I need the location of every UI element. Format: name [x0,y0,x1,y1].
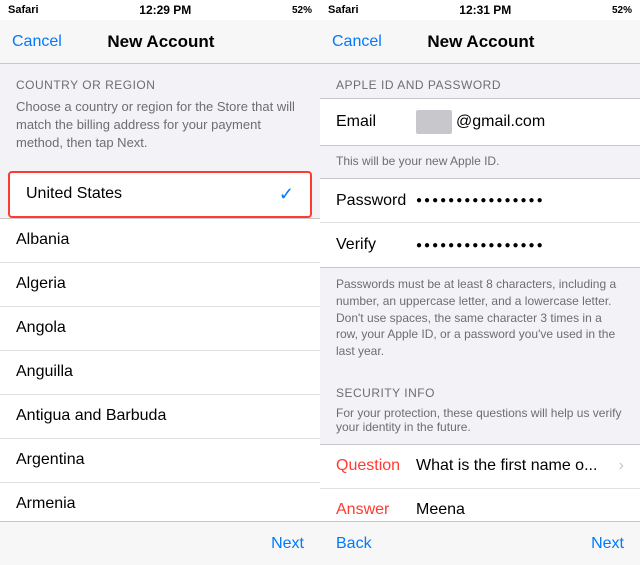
next-button-left[interactable]: Next [271,535,304,553]
email-input-placeholder[interactable] [416,110,452,134]
section-desc-left: Choose a country or region for the Store… [0,98,320,163]
list-item[interactable]: Anguilla [0,351,320,395]
nav-bar-right: Cancel New Account [320,20,640,64]
email-label: Email [336,113,416,131]
countries-list[interactable]: Albania Algeria Angola Anguilla Antigua … [0,218,320,521]
carrier-left: Safari [8,4,39,16]
right-screen: Safari 12:31 PM 52% Cancel New Account A… [320,0,640,565]
right-content: APPLE ID AND PASSWORD Email @gmail.com T… [320,64,640,521]
list-item[interactable]: Argentina [0,439,320,483]
security-header: SECURITY INFO [320,372,640,406]
question1-label: Question [336,457,416,475]
cancel-button-left[interactable]: Cancel [12,33,62,51]
list-item[interactable]: Armenia [0,483,320,521]
bottom-actions: Back Next [336,535,624,553]
list-item[interactable]: Angola [0,307,320,351]
bottom-bar-left: Next [0,521,320,565]
nav-title-right: New Account [382,32,580,52]
checkmark-icon: ✓ [279,184,294,205]
time-right: 12:31 PM [459,3,511,17]
security-form: Question What is the first name o... › A… [320,444,640,521]
status-bar-left: Safari 12:29 PM 52% [0,0,320,20]
verify-label: Verify [336,236,416,254]
question1-row[interactable]: Question What is the first name o... › [320,445,640,489]
password-label: Password [336,192,416,210]
list-item[interactable]: Antigua and Barbuda [0,395,320,439]
apple-id-form: Email @gmail.com [320,98,640,146]
verify-field[interactable]: ●●●●●●●●●●●●●●●● [416,240,624,251]
status-bar-right: Safari 12:31 PM 52% [320,0,640,20]
email-hint: This will be your new Apple ID. [320,146,640,178]
battery-right: 52% [612,5,632,16]
bottom-bar-right: Back Next [320,521,640,565]
section-header-left: COUNTRY OR REGION [0,64,320,98]
password-field[interactable]: ●●●●●●●●●●●●●●●● [416,195,624,206]
verify-row[interactable]: Verify ●●●●●●●●●●●●●●●● [320,223,640,267]
question1-value: What is the first name o... [416,457,619,475]
nav-title-left: New Account [62,32,260,52]
next-button-right[interactable]: Next [591,535,624,553]
security-desc: For your protection, these questions wil… [320,406,640,444]
list-item[interactable]: Algeria [0,263,320,307]
battery-left: 52% [292,5,312,16]
password-form: Password ●●●●●●●●●●●●●●●● Verify ●●●●●●●… [320,178,640,268]
time-left: 12:29 PM [139,3,191,17]
answer-label: Answer [336,501,416,519]
answer-row[interactable]: Answer Meena [320,489,640,521]
cancel-button-right[interactable]: Cancel [332,33,382,51]
email-row[interactable]: Email @gmail.com [320,99,640,145]
carrier-right: Safari [328,4,359,16]
selected-country-text: United States [26,185,122,203]
chevron-icon: › [619,457,624,475]
back-button-right[interactable]: Back [336,535,372,553]
password-row[interactable]: Password ●●●●●●●●●●●●●●●● [320,179,640,223]
apple-id-header: APPLE ID AND PASSWORD [320,64,640,98]
email-suffix: @gmail.com [456,113,545,131]
answer-value: Meena [416,501,624,519]
nav-bar-left: Cancel New Account [0,20,320,64]
selected-country-item[interactable]: United States ✓ [8,171,312,218]
list-item[interactable]: Albania [0,219,320,263]
email-field[interactable]: @gmail.com [416,110,624,134]
left-screen: Safari 12:29 PM 52% Cancel New Account C… [0,0,320,565]
password-hint: Passwords must be at least 8 characters,… [320,268,640,372]
